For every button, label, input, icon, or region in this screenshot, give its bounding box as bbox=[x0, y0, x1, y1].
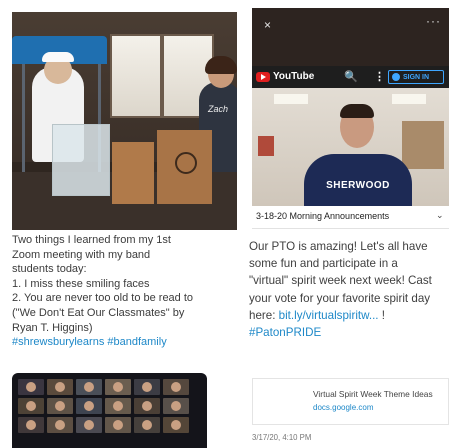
participant-face bbox=[84, 382, 94, 392]
post-timestamp: 3/17/20, 4:10 PM bbox=[252, 433, 312, 442]
participant-face bbox=[26, 420, 36, 430]
post-line: your vote for your favorite spirit day bbox=[249, 291, 431, 305]
participant-face bbox=[142, 401, 152, 411]
post-viewer-header bbox=[252, 8, 449, 66]
menu-icon[interactable]: ⋮ bbox=[374, 70, 385, 83]
link-suffix: ! bbox=[378, 308, 385, 322]
post-line: Our PTO is amazing! Let's all have bbox=[249, 240, 428, 253]
zoom-participant-tile bbox=[76, 379, 102, 395]
participant-face bbox=[113, 382, 123, 392]
chevron-down-icon[interactable]: ⌄ bbox=[436, 210, 444, 221]
search-icon[interactable]: 🔍 bbox=[344, 70, 358, 83]
participant-face bbox=[142, 420, 152, 430]
youtube-wordmark[interactable]: YouTube bbox=[273, 71, 314, 82]
zoom-participant-tile bbox=[76, 417, 102, 433]
more-options-icon[interactable]: ··· bbox=[426, 14, 441, 28]
zoom-participant-tile bbox=[76, 398, 102, 414]
play-icon bbox=[261, 74, 266, 80]
participant-face bbox=[171, 382, 181, 392]
left-post-photo[interactable]: Zach bbox=[12, 12, 237, 230]
zoom-meeting-screenshot[interactable] bbox=[12, 373, 207, 448]
here-prefix: here: bbox=[249, 308, 279, 322]
cardboard-box bbox=[112, 142, 154, 204]
participant-face bbox=[26, 382, 36, 392]
zoom-participant-tile bbox=[18, 379, 44, 395]
white-cap bbox=[42, 52, 74, 62]
post-line: students today: bbox=[12, 263, 87, 276]
link-preview-card[interactable]: Virtual Spirit Week Theme Ideas docs.goo… bbox=[252, 378, 449, 425]
zoom-participant-tile bbox=[18, 417, 44, 433]
zoom-participant-tile bbox=[134, 417, 160, 433]
zoom-participant-tile bbox=[105, 398, 131, 414]
post-line: 2. You are never too old to be read to bbox=[12, 292, 194, 305]
donation-bin bbox=[52, 124, 110, 196]
video-title[interactable]: 3-18-20 Morning Announcements bbox=[256, 211, 389, 221]
hashtag-link[interactable]: #PatonPRIDE bbox=[249, 324, 449, 341]
divider bbox=[252, 228, 449, 229]
ceiling-light bbox=[392, 94, 426, 104]
zoom-video-grid bbox=[18, 379, 189, 433]
zoom-participant-tile bbox=[105, 417, 131, 433]
box-logo bbox=[175, 152, 197, 174]
participant-face bbox=[84, 401, 94, 411]
close-icon[interactable]: × bbox=[264, 18, 271, 32]
left-post-text: Two things I learned from my 1st Zoom me… bbox=[12, 233, 234, 350]
zoom-participant-tile bbox=[163, 417, 189, 433]
post-line: Two things I learned from my 1st bbox=[12, 234, 171, 246]
post-line: "virtual" spirit week next week! Cast bbox=[249, 274, 432, 288]
account-icon bbox=[392, 73, 400, 81]
participant-face bbox=[55, 382, 65, 392]
post-line: 1. I miss these smiling faces bbox=[12, 277, 150, 290]
hashtag-links[interactable]: #shrewsburylearns #bandfamily bbox=[12, 335, 234, 350]
door-window bbox=[110, 34, 162, 118]
link-card-url: docs.google.com bbox=[313, 403, 374, 412]
post-line: Ryan T. Higgins) bbox=[12, 321, 93, 334]
participant-face bbox=[113, 401, 123, 411]
bookshelf bbox=[402, 121, 444, 169]
wall-poster bbox=[258, 136, 274, 156]
zoom-participant-tile bbox=[18, 398, 44, 414]
teacher-hair bbox=[340, 104, 374, 118]
zoom-participant-tile bbox=[134, 398, 160, 414]
zoom-participant-tile bbox=[105, 379, 131, 395]
spirit-week-link[interactable]: bit.ly/virtualspiritw... bbox=[279, 309, 379, 322]
participant-face bbox=[55, 420, 65, 430]
tent-leg bbox=[22, 64, 25, 174]
person-right-hair bbox=[205, 56, 237, 74]
link-card-title: Virtual Spirit Week Theme Ideas bbox=[313, 389, 433, 399]
participant-face bbox=[113, 420, 123, 430]
participant-face bbox=[84, 420, 94, 430]
participant-face bbox=[142, 382, 152, 392]
zoom-participant-tile bbox=[163, 398, 189, 414]
youtube-video-embed[interactable]: SHERWOOD YouTube 🔍 ⋮ SIGN IN bbox=[252, 66, 449, 206]
participant-face bbox=[26, 401, 36, 411]
zoom-participant-tile bbox=[47, 398, 73, 414]
zoom-participant-tile bbox=[47, 417, 73, 433]
zoom-participant-tile bbox=[163, 379, 189, 395]
participant-face bbox=[171, 401, 181, 411]
participant-face bbox=[171, 420, 181, 430]
participant-face bbox=[55, 401, 65, 411]
shirt-text: Zach bbox=[208, 104, 229, 114]
zoom-participant-tile bbox=[47, 379, 73, 395]
post-line: here: bit.ly/virtualspiritw... ! bbox=[249, 307, 449, 324]
post-line: ("We Don't Eat Our Classmates" by bbox=[12, 306, 185, 319]
shirt-logo-text: SHERWOOD bbox=[326, 180, 390, 191]
zoom-participant-tile bbox=[134, 379, 160, 395]
right-post-text: Our PTO is amazing! Let's all have some … bbox=[249, 238, 449, 341]
post-line: some fun and participate in a bbox=[249, 257, 398, 271]
post-line: Zoom meeting with my band bbox=[12, 248, 151, 261]
ceiling-light bbox=[274, 94, 308, 104]
